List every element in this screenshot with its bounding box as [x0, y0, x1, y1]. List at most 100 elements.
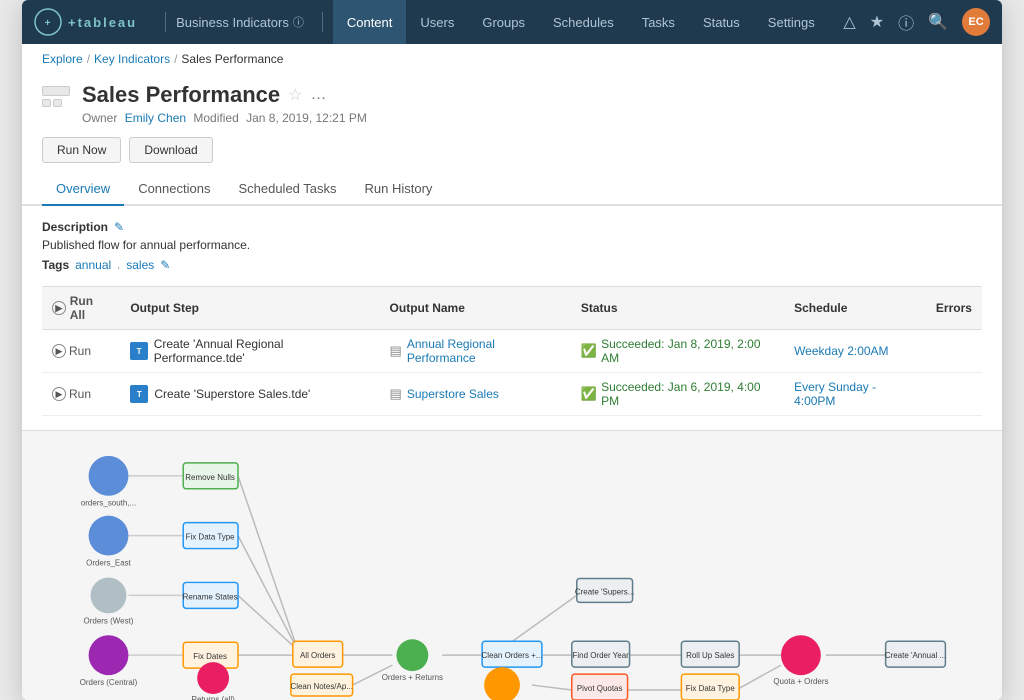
svg-text:Orders_East: Orders_East	[86, 559, 132, 568]
tag-annual[interactable]: annual	[75, 258, 111, 272]
svg-text:Clean Notes/Ap...: Clean Notes/Ap...	[290, 682, 352, 691]
breadcrumb-explore[interactable]: Explore	[42, 52, 83, 66]
col-schedule: Schedule	[784, 287, 926, 330]
logo-text: +tableau	[68, 15, 137, 30]
page-meta: Owner Emily Chen Modified Jan 8, 2019, 1…	[82, 111, 982, 125]
row1-schedule: Weekday 2:00AM	[784, 330, 926, 373]
table-row: ▶ Run T Create 'Annual Regional Performa…	[42, 330, 982, 373]
main-window: + +tableau Business Indicators ⓘ Content…	[22, 0, 1002, 700]
output-link-1[interactable]: Annual Regional Performance	[407, 337, 561, 365]
output-link-2[interactable]: Superstore Sales	[407, 387, 499, 401]
search-icon[interactable]: 🔍	[928, 12, 948, 32]
favorite-icon[interactable]: ★	[870, 12, 884, 32]
table-row: ▶ Run T Create 'Superstore Sales.tde' ▤	[42, 373, 982, 416]
svg-text:Rename States: Rename States	[183, 592, 238, 601]
tde-icon-1: T	[130, 342, 147, 360]
nav-link-settings[interactable]: Settings	[754, 0, 829, 44]
node-orders-south[interactable]	[89, 456, 129, 496]
nav-link-groups[interactable]: Groups	[468, 0, 539, 44]
nav-right: △ ★ ⓘ 🔍 EC	[843, 8, 990, 36]
description-edit-icon[interactable]: ✎	[114, 220, 124, 234]
description-text: Published flow for annual performance.	[42, 238, 982, 252]
node-orders-west[interactable]	[91, 577, 127, 613]
row2-step-cell: T Create 'Superstore Sales.tde'	[120, 373, 379, 416]
nav-links: Content Users Groups Schedules Tasks Sta…	[333, 0, 844, 44]
tags-edit-icon[interactable]: ✎	[160, 258, 170, 272]
tde-icon-2: T	[130, 385, 148, 403]
overview-content: Description ✎ Published flow for annual …	[22, 206, 1002, 430]
tags-label: Tags	[42, 258, 69, 272]
tab-scheduled-tasks[interactable]: Scheduled Tasks	[224, 173, 350, 206]
owner-link[interactable]: Emily Chen	[125, 111, 186, 125]
node-orders-central[interactable]	[89, 635, 129, 675]
status-check-icon-2: ✅	[581, 386, 597, 402]
row1-errors	[926, 330, 982, 373]
row1-run-cell: ▶ Run	[42, 330, 120, 373]
play-icon-2: ▶	[52, 387, 66, 401]
svg-text:Roll Up Sales: Roll Up Sales	[686, 651, 734, 660]
play-circle-icon: ▶	[52, 301, 66, 315]
run-all-button[interactable]: ▶ Run All	[52, 294, 110, 322]
svg-text:Returns (all): Returns (all)	[191, 695, 235, 700]
run-button-1[interactable]: ▶ Run	[52, 344, 110, 358]
download-button[interactable]: Download	[129, 137, 212, 163]
svg-text:orders_south,...: orders_south,...	[81, 499, 136, 508]
datasource-icon-2: ▤	[390, 386, 402, 402]
node-quota[interactable]	[484, 667, 520, 700]
row1-step-cell: T Create 'Annual Regional Performance.td…	[120, 330, 379, 373]
alert-icon[interactable]: △	[843, 12, 855, 32]
breadcrumb-key-indicators[interactable]: Key Indicators	[94, 52, 170, 66]
action-buttons: Run Now Download	[22, 135, 1002, 173]
flow-diagram: orders_south,... Remove Nulls Orders_Eas…	[22, 431, 1002, 700]
nav-link-content[interactable]: Content	[333, 0, 407, 44]
flow-canvas: orders_south,... Remove Nulls Orders_Eas…	[22, 430, 1002, 700]
node-orders-east[interactable]	[89, 516, 129, 556]
help-icon[interactable]: ⓘ	[898, 10, 914, 34]
node-returns-all[interactable]	[197, 662, 229, 694]
nav-link-schedules[interactable]: Schedules	[539, 0, 628, 44]
user-avatar[interactable]: EC	[962, 8, 990, 36]
row1-output-name: ▤ Annual Regional Performance	[380, 330, 571, 373]
flow-type-icon	[42, 86, 70, 107]
svg-text:Orders (Central): Orders (Central)	[80, 678, 138, 687]
col-errors: Errors	[926, 287, 982, 330]
breadcrumb: Explore / Key Indicators / Sales Perform…	[22, 44, 1002, 74]
top-nav: + +tableau Business Indicators ⓘ Content…	[22, 0, 1002, 44]
page-title: Sales Performance	[82, 82, 280, 108]
svg-text:Pivot Quotas: Pivot Quotas	[577, 684, 623, 693]
page-title-row: Sales Performance ☆ …	[82, 82, 982, 108]
tab-connections[interactable]: Connections	[124, 173, 224, 206]
run-button-2[interactable]: ▶ Run	[52, 387, 110, 401]
description-row: Description ✎	[42, 220, 982, 234]
status-check-icon-1: ✅	[581, 343, 597, 359]
svg-text:+: +	[45, 18, 52, 29]
page-title-area: Sales Performance ☆ … Owner Emily Chen M…	[82, 82, 982, 125]
svg-text:Fix Data Type: Fix Data Type	[686, 684, 736, 693]
star-icon[interactable]: ☆	[288, 85, 302, 105]
tab-overview[interactable]: Overview	[42, 173, 124, 206]
nav-divider-1	[165, 12, 166, 32]
col-run-all: ▶ Run All	[42, 287, 120, 330]
tabs: Overview Connections Scheduled Tasks Run…	[22, 173, 1002, 206]
node-orders-returns[interactable]	[396, 639, 428, 671]
svg-text:Clean Orders +...: Clean Orders +...	[482, 651, 543, 660]
tags-row: Tags annual , sales ✎	[42, 258, 982, 272]
nav-link-tasks[interactable]: Tasks	[628, 0, 689, 44]
info-circle-icon: ⓘ	[293, 14, 304, 30]
tab-run-history[interactable]: Run History	[351, 173, 447, 206]
schedule-link-1[interactable]: Weekday 2:00AM	[794, 344, 889, 358]
svg-text:Create 'Annual ...: Create 'Annual ...	[885, 651, 946, 660]
nav-link-status[interactable]: Status	[689, 0, 754, 44]
run-now-button[interactable]: Run Now	[42, 137, 121, 163]
schedule-link-2[interactable]: Every Sunday - 4:00PM	[794, 380, 876, 408]
biz-indicator[interactable]: Business Indicators ⓘ	[176, 14, 304, 30]
svg-text:Orders (West): Orders (West)	[84, 616, 134, 625]
node-quota-orders[interactable]	[781, 635, 821, 675]
tag-sales[interactable]: sales	[126, 258, 154, 272]
nav-link-users[interactable]: Users	[406, 0, 468, 44]
row1-status: ✅ Succeeded: Jan 8, 2019, 2:00 AM	[571, 330, 784, 373]
breadcrumb-current: Sales Performance	[181, 52, 283, 66]
row2-output-name: ▤ Superstore Sales	[380, 373, 571, 416]
more-actions-icon[interactable]: …	[310, 86, 326, 104]
row2-schedule: Every Sunday - 4:00PM	[784, 373, 926, 416]
